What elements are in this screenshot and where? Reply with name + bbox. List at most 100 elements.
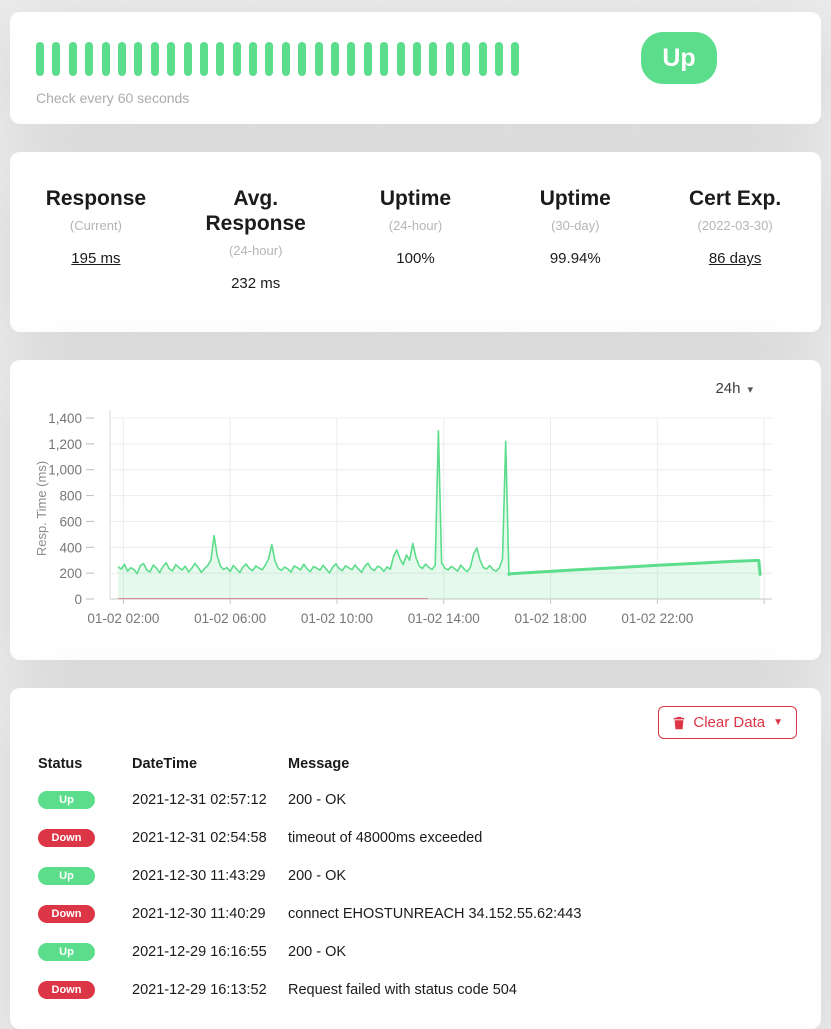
heartbeat-beat xyxy=(118,42,126,76)
event-datetime: 2021-12-29 16:13:52 xyxy=(128,971,284,1009)
svg-text:0: 0 xyxy=(74,592,82,607)
heartbeat-beat xyxy=(167,42,175,76)
event-row: Up 2021-12-31 02:57:12200 - OK xyxy=(34,781,797,819)
stat-response-0: Response (Current) 195 ms xyxy=(16,186,176,292)
status-pill: Up xyxy=(641,32,717,84)
status-badge-down: Down xyxy=(38,905,95,923)
stat-value: 100% xyxy=(342,250,490,267)
event-message: 200 - OK xyxy=(284,933,797,971)
heartbeat-beat xyxy=(69,42,77,76)
heartbeat-beat xyxy=(380,42,388,76)
stat-title: Uptime xyxy=(501,186,649,211)
stat-value: 195 ms xyxy=(22,250,170,267)
event-datetime: 2021-12-29 16:16:55 xyxy=(128,933,284,971)
status-badge-up: Up xyxy=(38,943,95,961)
event-row: Up 2021-12-29 16:16:55200 - OK xyxy=(34,933,797,971)
event-row: Down 2021-12-30 11:40:29connect EHOSTUNRE… xyxy=(34,895,797,933)
event-message: 200 - OK xyxy=(284,781,797,819)
trash-icon xyxy=(672,716,686,730)
svg-text:01-02 02:00: 01-02 02:00 xyxy=(87,611,159,626)
stat-subtitle: (Current) xyxy=(22,218,170,233)
stat-title: Uptime xyxy=(342,186,490,211)
heartbeat-beat xyxy=(184,42,192,76)
heartbeat-beat xyxy=(347,42,355,76)
heartbeat-beat xyxy=(331,42,339,76)
heartbeat-beat xyxy=(249,42,257,76)
svg-text:200: 200 xyxy=(59,567,82,582)
stat-title: Response xyxy=(22,186,170,211)
status-card: Check every 60 seconds Up xyxy=(10,12,821,124)
stat-value: 86 days xyxy=(661,250,809,267)
event-message: Request failed with status code 504 xyxy=(284,971,797,1009)
stat-value: 232 ms xyxy=(182,275,330,292)
period-selector[interactable]: 24h ▾ xyxy=(715,380,753,397)
event-datetime: 2021-12-30 11:43:29 xyxy=(128,857,284,895)
event-row: Down 2021-12-29 16:13:52Request failed wi… xyxy=(34,971,797,1009)
heartbeat-beat xyxy=(429,42,437,76)
svg-text:1,200: 1,200 xyxy=(48,437,82,452)
stats-card: Response (Current) 195 ms Avg. Response (24-… xyxy=(10,152,821,332)
svg-text:800: 800 xyxy=(59,489,82,504)
heartbeat-beat xyxy=(397,42,405,76)
heartbeat-beat xyxy=(102,42,110,76)
svg-text:01-02 14:00: 01-02 14:00 xyxy=(408,611,480,626)
heartbeat-section: Check every 60 seconds xyxy=(36,32,641,106)
event-datetime: 2021-12-31 02:57:12 xyxy=(128,781,284,819)
event-datetime: 2021-12-31 02:54:58 xyxy=(128,819,284,857)
column-header-datetime: DateTime xyxy=(128,747,284,781)
heartbeat-beat xyxy=(298,42,306,76)
status-badge-up: Up xyxy=(38,791,95,809)
heartbeat-beat xyxy=(233,42,241,76)
event-datetime: 2021-12-30 11:40:29 xyxy=(128,895,284,933)
heartbeat-beat xyxy=(282,42,290,76)
event-message: timeout of 48000ms exceeded xyxy=(284,819,797,857)
heartbeat-beat xyxy=(446,42,454,76)
svg-text:01-02 10:00: 01-02 10:00 xyxy=(301,611,373,626)
heartbeat-beat xyxy=(413,42,421,76)
stat-uptime-3: Uptime (30-day) 99.94% xyxy=(495,186,655,292)
chevron-down-icon: ▼ xyxy=(773,717,783,728)
heartbeat-beat xyxy=(511,42,519,76)
stat-avg-response-1: Avg. Response (24-hour) 232 ms xyxy=(176,186,336,292)
svg-text:1,400: 1,400 xyxy=(48,411,82,426)
event-row: Up2021-12-30 11:43:29200 - OK xyxy=(34,857,797,895)
heartbeat-beat xyxy=(495,42,503,76)
svg-text:Resp. Time (ms): Resp. Time (ms) xyxy=(34,461,49,556)
status-badge-down: Down xyxy=(38,829,95,847)
stat-subtitle: (24-hour) xyxy=(182,243,330,258)
heartbeat-beat xyxy=(200,42,208,76)
event-message: connect EHOSTUNREACH 34.152.55.62:443 xyxy=(284,895,797,933)
column-header-status: Status xyxy=(34,747,128,781)
period-selector-label: 24h xyxy=(715,380,740,397)
stat-value: 99.94% xyxy=(501,250,649,267)
heartbeat-beat xyxy=(265,42,273,76)
stat-subtitle: (30-day) xyxy=(501,218,649,233)
chevron-down-icon: ▾ xyxy=(747,384,753,396)
events-card: Clear Data ▼ Status DateTime Message Up2… xyxy=(10,688,821,1029)
event-row: Down 2021-12-31 02:54:58timeout of 48000m… xyxy=(34,819,797,857)
heartbeat-beat xyxy=(36,42,44,76)
svg-text:1,000: 1,000 xyxy=(48,463,82,478)
stat-uptime-2: Uptime(24-hour)100% xyxy=(336,186,496,292)
stat-title: Avg. Response xyxy=(182,186,330,236)
clear-data-label: Clear Data xyxy=(693,714,765,731)
event-message: 200 - OK xyxy=(284,857,797,895)
svg-text:01-02 06:00: 01-02 06:00 xyxy=(194,611,266,626)
heartbeat-beat xyxy=(462,42,470,76)
stat-subtitle: (2022-03-30) xyxy=(661,218,809,233)
heartbeat-beat xyxy=(315,42,323,76)
stat-cert-exp--4: Cert Exp.(2022-03-30)86 days xyxy=(655,186,815,292)
events-table: Status DateTime Message Up2021-12-31 02:… xyxy=(34,747,797,1009)
heartbeat-beat xyxy=(52,42,60,76)
heartbeat-beat xyxy=(134,42,142,76)
clear-data-button[interactable]: Clear Data ▼ xyxy=(658,706,797,739)
heartbeat-beat xyxy=(216,42,224,76)
svg-text:400: 400 xyxy=(59,541,82,556)
heartbeat-beat xyxy=(479,42,487,76)
svg-text:600: 600 xyxy=(59,515,82,530)
heartbeat-beat xyxy=(151,42,159,76)
status-badge-down: Down xyxy=(38,981,95,999)
svg-text:01-02 22:00: 01-02 22:00 xyxy=(621,611,693,626)
heartbeat-bar xyxy=(36,42,641,76)
chart-card: 24h ▾ 0 200 400 600 800 1,000 1,200 1,400 01-02 0… xyxy=(10,360,821,660)
